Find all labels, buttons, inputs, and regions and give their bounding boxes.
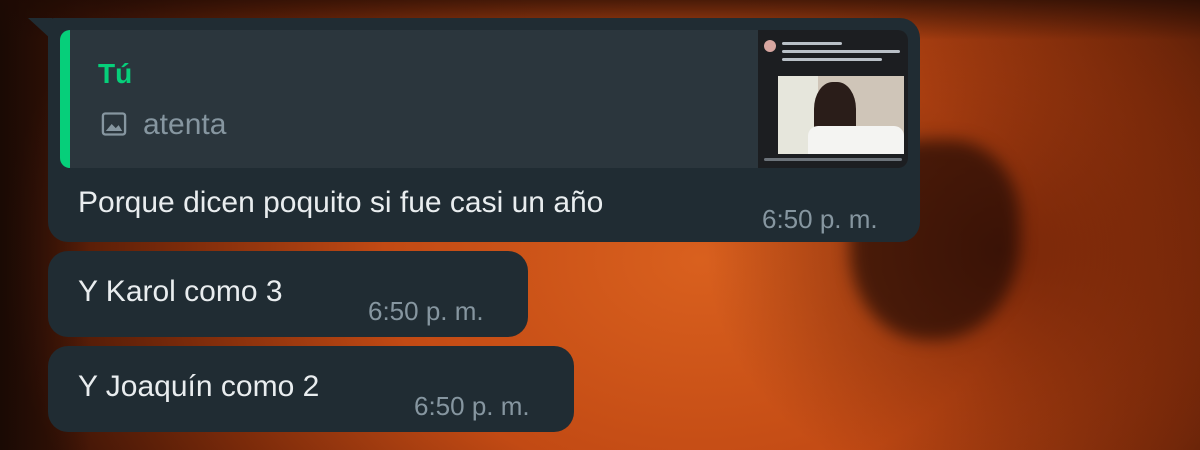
message-text: Porque dicen poquito si fue casi un año [78, 186, 604, 219]
message-time: 6:50 p. m. [368, 296, 484, 326]
thumbnail-photo-sheet [808, 126, 904, 154]
quoted-author: Tú [98, 58, 133, 89]
image-icon [101, 112, 127, 136]
message-text: Y Karol como 3 [78, 275, 283, 308]
message-text: Y Joaquín como 2 [78, 370, 320, 403]
quoted-text: atenta [143, 108, 227, 141]
thumbnail-text-line [782, 42, 842, 45]
quoted-message[interactable]: Tú atenta [60, 30, 908, 168]
quoted-image-thumbnail [758, 30, 908, 168]
message-bubble[interactable]: Y Karol como 3 6:50 p. m. [48, 251, 528, 337]
thumbnail-avatar [764, 40, 776, 52]
thumbnail-photo [778, 76, 904, 154]
thumbnail-footer [764, 158, 902, 161]
thumbnail-text-line [782, 50, 900, 53]
message-time: 6:50 p. m. [762, 204, 878, 234]
message-time: 6:50 p. m. [414, 391, 530, 421]
message-bubble[interactable]: Y Joaquín como 2 6:50 p. m. [48, 346, 574, 432]
thumbnail-text-line [782, 58, 882, 61]
quote-accent-bar [60, 30, 70, 168]
